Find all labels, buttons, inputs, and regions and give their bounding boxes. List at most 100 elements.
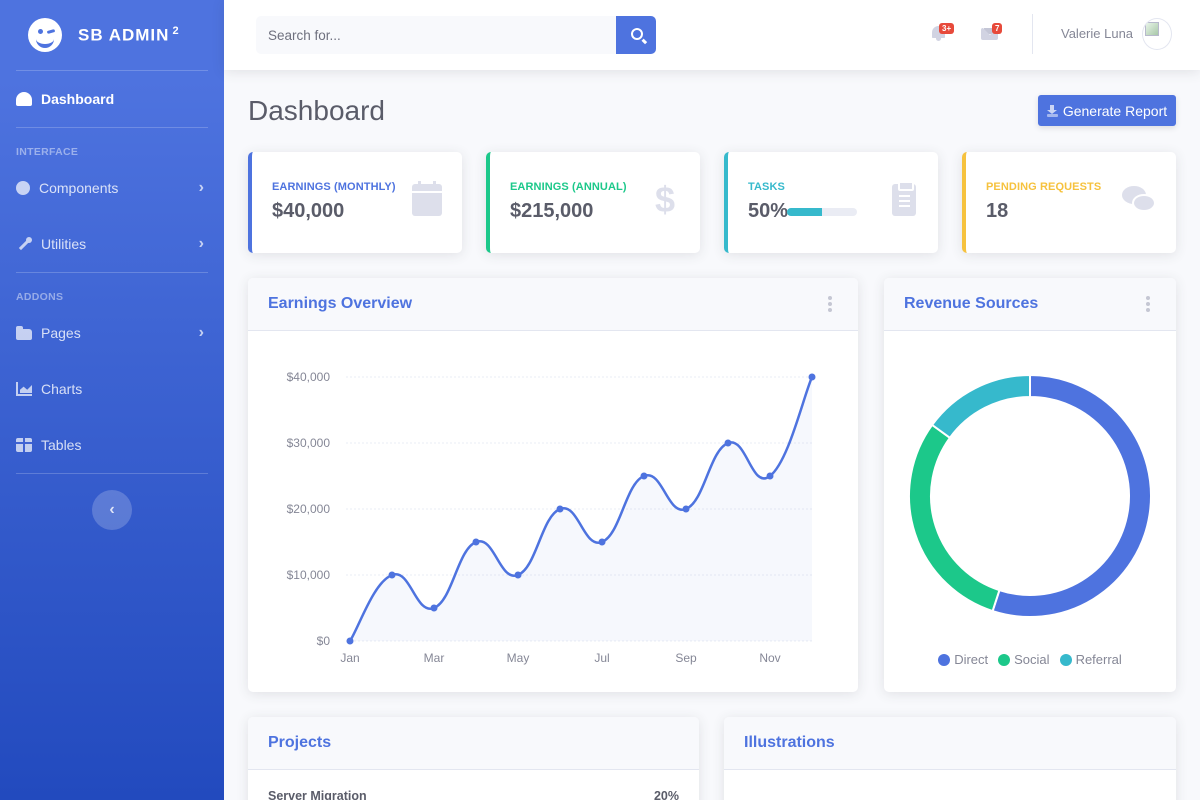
- donut-slice-direct[interactable]: [991, 373, 1152, 618]
- project-percent: 20%: [653, 789, 679, 800]
- data-point[interactable]: [514, 571, 522, 579]
- y-tick-label: $30,000: [287, 436, 331, 450]
- sidebar-divider: [16, 473, 208, 474]
- legend-item-referral: Referral: [1059, 652, 1122, 667]
- earnings-area-chart: $0 $10,000 $20,000 $30,000 $40,000 Jan Mar May J…: [287, 370, 816, 665]
- chevron-right-icon: ›: [198, 324, 204, 341]
- earnings-overview-card: Earnings Overview $0 $10,000 $20,000 $30,00…: [248, 278, 858, 692]
- chart-area-icon: [16, 382, 32, 396]
- alerts-badge: 3+: [939, 23, 955, 34]
- card-title: Earnings Overview: [268, 295, 413, 312]
- messages-badge: 7: [992, 23, 1003, 34]
- chart-legend: Direct Social Referral: [884, 652, 1176, 667]
- legend-swatch: [998, 653, 1011, 666]
- data-point[interactable]: [346, 637, 354, 645]
- sidebar-item-label: Dashboard: [41, 91, 115, 107]
- more-options-icon[interactable]: [828, 296, 832, 312]
- data-point[interactable]: [682, 505, 690, 513]
- stat-value: $40,000: [272, 200, 345, 222]
- stat-card-pending-requests: PENDING REQUESTS 18: [962, 152, 1176, 253]
- data-point[interactable]: [598, 538, 606, 546]
- avatar[interactable]: [1142, 18, 1172, 50]
- more-options-icon[interactable]: [1146, 296, 1150, 312]
- sidebar-item-label: Utilities: [41, 236, 87, 252]
- legend-swatch: [1059, 653, 1072, 666]
- legend-label: Social: [1014, 652, 1050, 667]
- data-point[interactable]: [640, 472, 648, 480]
- search-form: [256, 16, 656, 54]
- tachometer-icon: [16, 92, 32, 106]
- revenue-donut-chart: [908, 373, 1152, 618]
- tasks-progress-bar: [787, 208, 857, 216]
- alerts-button[interactable]: 3+: [930, 23, 955, 42]
- comments-icon: [1122, 184, 1158, 216]
- x-tick-label: May: [507, 651, 530, 665]
- x-tick-label: Jul: [594, 651, 609, 665]
- x-tick-label: Nov: [759, 651, 780, 665]
- messages-button[interactable]: 7: [981, 23, 1003, 42]
- sidebar-toggle-button[interactable]: ‹: [92, 490, 132, 530]
- card-header: Projects: [248, 717, 699, 770]
- sidebar-item-dashboard[interactable]: Dashboard: [0, 71, 224, 127]
- stat-label: EARNINGS (ANNUAL): [510, 181, 627, 193]
- y-tick-label: $20,000: [287, 502, 331, 516]
- chevron-right-icon: ›: [198, 235, 204, 252]
- table-icon: [16, 438, 32, 452]
- data-point[interactable]: [472, 538, 480, 546]
- brand-text: SB ADMIN 2: [78, 24, 180, 45]
- sidebar-item-label: Tables: [41, 437, 82, 453]
- dollar-icon: $: [654, 179, 676, 220]
- data-point[interactable]: [766, 472, 774, 480]
- revenue-sources-card: Revenue Sources Direct Social Referral: [884, 278, 1176, 692]
- legend-swatch: [938, 653, 951, 666]
- sidebar-item-utilities[interactable]: Utilities ›: [0, 216, 224, 272]
- legend-item-direct: Direct: [938, 652, 988, 667]
- x-tick-label: Jan: [340, 651, 359, 665]
- calendar-icon: [412, 181, 442, 216]
- project-row: Server Migration 20%: [268, 789, 679, 800]
- card-title: Revenue Sources: [904, 295, 1039, 312]
- sidebar-item-components[interactable]: Components ›: [0, 160, 224, 216]
- stat-label: PENDING REQUESTS: [986, 181, 1102, 193]
- data-point[interactable]: [556, 505, 564, 513]
- illustrations-card: Illustrations: [724, 717, 1176, 800]
- projects-card: Projects Server Migration 20%: [248, 717, 699, 800]
- sidebar-item-tables[interactable]: Tables: [0, 417, 224, 473]
- user-name[interactable]: Valerie Luna: [1061, 26, 1133, 41]
- download-icon: [1046, 104, 1058, 117]
- stat-card-tasks: TASKS 50%: [724, 152, 938, 253]
- data-point[interactable]: [388, 571, 396, 579]
- stat-card-earnings-annual: EARNINGS (ANNUAL) $215,000 $: [486, 152, 700, 253]
- brand[interactable]: SB ADMIN 2: [0, 0, 224, 70]
- card-title: Illustrations: [744, 734, 835, 751]
- card-title: Projects: [268, 734, 332, 751]
- clipboard-icon: [892, 181, 916, 216]
- card-header: Illustrations: [724, 717, 1176, 770]
- data-point[interactable]: [724, 439, 732, 447]
- data-point[interactable]: [430, 604, 438, 612]
- donut-slice-social[interactable]: [908, 423, 1001, 613]
- stat-label: TASKS: [748, 181, 785, 193]
- x-tick-label: Sep: [675, 651, 697, 665]
- donut-slice-referral[interactable]: [930, 373, 1031, 440]
- sidebar-heading-addons: ADDONS: [16, 291, 64, 303]
- sidebar-item-charts[interactable]: Charts: [0, 361, 224, 417]
- y-tick-label: $40,000: [287, 370, 331, 384]
- search-input[interactable]: [256, 16, 616, 54]
- card-header: Earnings Overview: [248, 278, 858, 331]
- folder-icon: [16, 325, 32, 340]
- project-name: Server Migration: [268, 789, 367, 800]
- search-button[interactable]: [616, 16, 656, 54]
- page-title: Dashboard: [248, 95, 385, 126]
- legend-label: Direct: [954, 652, 989, 667]
- wrench-icon: [16, 237, 32, 251]
- generate-report-button[interactable]: Generate Report: [1038, 95, 1176, 126]
- sidebar-item-label: Pages: [41, 325, 81, 341]
- gear-icon: [16, 181, 30, 195]
- sidebar-item-label: Components: [39, 180, 119, 196]
- data-point[interactable]: [808, 373, 816, 381]
- chevron-right-icon: ›: [198, 179, 204, 196]
- y-tick-label: $0: [317, 634, 331, 648]
- y-tick-label: $10,000: [287, 568, 331, 582]
- sidebar-item-pages[interactable]: Pages ›: [0, 305, 224, 361]
